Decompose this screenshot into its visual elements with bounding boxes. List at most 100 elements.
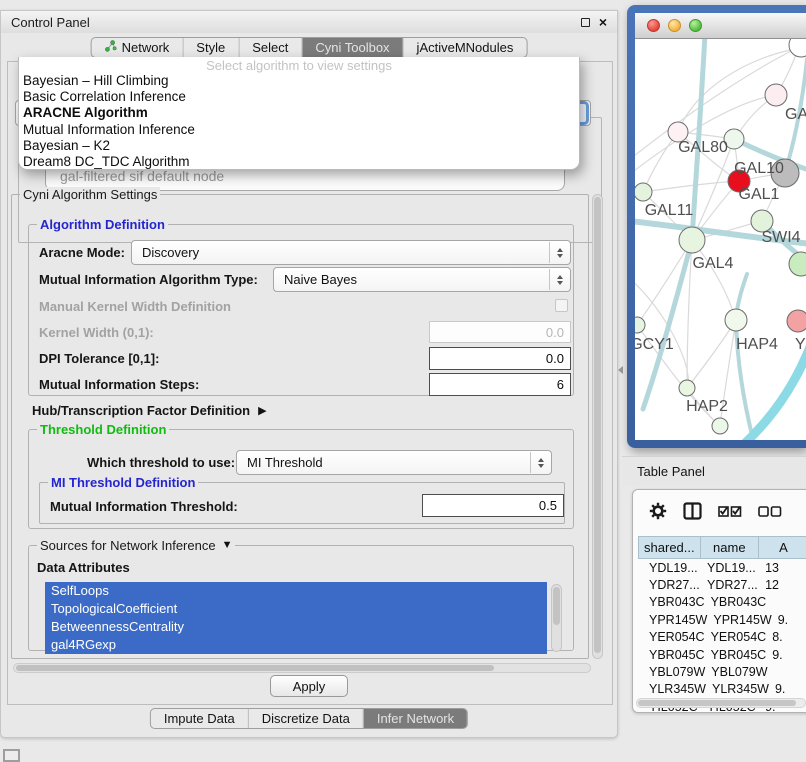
table-cell[interactable]: 9.: [766, 648, 806, 662]
table-cell[interactable]: 12: [759, 578, 806, 592]
split-columns-icon[interactable]: [683, 502, 702, 520]
table-cell[interactable]: 9.: [769, 682, 806, 696]
close-icon[interactable]: ×: [599, 15, 607, 29]
stepper-icon[interactable]: [549, 242, 569, 263]
network-node[interactable]: [789, 252, 806, 276]
tab-jactivemnodules[interactable]: jActiveMNodules: [403, 38, 527, 57]
stepper-icon[interactable]: [549, 269, 569, 290]
stepper-icon[interactable]: [530, 452, 550, 473]
network-node[interactable]: [725, 309, 747, 331]
table-cell[interactable]: YPR145W: [638, 613, 707, 627]
attribute-item-betweennesscentrality[interactable]: BetweennessCentrality: [45, 618, 547, 636]
column-header-a[interactable]: A: [759, 536, 806, 559]
apply-button[interactable]: Apply: [270, 675, 348, 697]
clear-checkboxes-icon[interactable]: [758, 504, 782, 519]
table-cell[interactable]: YPR145W: [707, 613, 771, 627]
table-cell[interactable]: 9.: [772, 613, 806, 627]
table-cell[interactable]: YBL079W: [638, 665, 705, 679]
tab-select[interactable]: Select: [238, 38, 301, 57]
network-node[interactable]: [635, 317, 645, 333]
table-cell[interactable]: YDR27...: [638, 578, 701, 592]
table-row[interactable]: YLR345WYLR345W9.: [638, 681, 806, 698]
which-threshold-combo[interactable]: MI Threshold: [236, 450, 552, 475]
table-cell[interactable]: YBR043C: [705, 595, 767, 609]
dropdown-item-mutual-information-inference[interactable]: Mutual Information Inference: [19, 122, 579, 138]
minimize-button[interactable]: [668, 19, 681, 32]
table-cell[interactable]: 8.: [766, 630, 806, 644]
tab-style[interactable]: Style: [182, 38, 238, 57]
control-panel-titlebar[interactable]: Control Panel ×: [1, 11, 617, 33]
network-node[interactable]: [787, 310, 806, 332]
scrollbar-thumb[interactable]: [553, 587, 560, 625]
dropdown-item-bayesian-k2[interactable]: Bayesian – K2: [19, 138, 579, 154]
tab-label: Impute Data: [164, 711, 235, 726]
network-node[interactable]: [765, 84, 787, 106]
scrollbar-thumb[interactable]: [638, 700, 796, 706]
table-cell[interactable]: 13: [759, 561, 806, 575]
network-window-titlebar[interactable]: [635, 13, 806, 39]
tab-label: Network: [122, 40, 170, 55]
tab-infer-network[interactable]: Infer Network: [363, 709, 467, 728]
float-window-icon[interactable]: [581, 18, 590, 27]
table-cell[interactable]: YER054C: [705, 630, 767, 644]
tab-impute-data[interactable]: Impute Data: [151, 709, 248, 728]
table-cell[interactable]: YDL19...: [638, 561, 701, 575]
zoom-button[interactable]: [689, 19, 702, 32]
table-cell[interactable]: YDL19...: [701, 561, 759, 575]
table-row[interactable]: YBR045CYBR045C9.: [638, 646, 806, 663]
column-header-name[interactable]: name: [701, 536, 759, 559]
dropdown-item-dream8-dc-tdc-algorithm[interactable]: Dream8 DC_TDC Algorithm: [19, 154, 579, 170]
dpi-tolerance-field[interactable]: 0.0: [429, 347, 571, 370]
network-node[interactable]: [712, 418, 728, 434]
minimized-panel-icon[interactable]: [3, 749, 20, 762]
hub-definition-toggle[interactable]: Hub/Transcription Factor Definition ▶: [32, 403, 267, 418]
table-row[interactable]: YBR043CYBR043C: [638, 594, 806, 611]
network-canvas[interactable]: GALGAL80GAL10GAL1GAL11SWI4GAL4GCY1HAP4YH…: [635, 39, 806, 440]
aracne-mode-value: Discovery: [142, 241, 199, 264]
scrollbar-thumb[interactable]: [594, 197, 601, 653]
settings-scrollbar[interactable]: [592, 194, 603, 659]
aracne-mode-combo[interactable]: Discovery: [131, 240, 571, 265]
network-node[interactable]: [789, 39, 806, 57]
expanded-arrow-icon[interactable]: ▼: [222, 538, 233, 553]
tab-discretize-data[interactable]: Discretize Data: [248, 709, 363, 728]
attribute-item-topologicalcoefficient[interactable]: TopologicalCoefficient: [45, 600, 547, 618]
settings-horizontal-scrollbar[interactable]: [13, 663, 591, 673]
select-all-checkboxes-icon[interactable]: [718, 504, 742, 519]
gear-icon[interactable]: [649, 502, 667, 520]
network-graph[interactable]: GALGAL80GAL10GAL1GAL11SWI4GAL4GCY1HAP4YH…: [635, 39, 806, 440]
table-row[interactable]: YPR145WYPR145W9.: [638, 611, 806, 628]
mi-steps-field[interactable]: 6: [429, 373, 571, 396]
tab-network[interactable]: Network: [92, 38, 183, 57]
close-button[interactable]: [647, 19, 660, 32]
table-row[interactable]: YDL19...YDL19...13: [638, 559, 806, 576]
table-cell[interactable]: YER054C: [638, 630, 705, 644]
dropdown-item-aracne-algorithm[interactable]: ARACNE Algorithm: [19, 105, 579, 121]
table-cell[interactable]: YBR045C: [705, 648, 767, 662]
mi-type-combo[interactable]: Naive Bayes: [273, 267, 571, 292]
table-row[interactable]: YDR27...YDR27...12: [638, 576, 806, 593]
splitter-collapse-icon[interactable]: [618, 366, 623, 374]
tab-cyni-toolbox[interactable]: Cyni Toolbox: [301, 38, 402, 57]
data-attributes-list[interactable]: SelfLoopsTopologicalCoefficientBetweenne…: [45, 582, 547, 654]
attribute-list-scrollbar[interactable]: [551, 584, 562, 652]
table-cell[interactable]: YLR345W: [638, 682, 706, 696]
scrollbar-thumb[interactable]: [16, 665, 494, 671]
network-node[interactable]: [679, 227, 705, 253]
mi-threshold-field[interactable]: 0.5: [422, 494, 564, 517]
table-row[interactable]: YBL079WYBL079W: [638, 663, 806, 680]
table-cell[interactable]: YBL079W: [705, 665, 767, 679]
table-cell[interactable]: YLR345W: [706, 682, 769, 696]
dropdown-item-basic-correlation-inference[interactable]: Basic Correlation Inference: [19, 89, 579, 105]
table-cell[interactable]: YBR045C: [638, 648, 705, 662]
network-node[interactable]: [679, 380, 695, 396]
table-row[interactable]: YER054CYER054C8.: [638, 629, 806, 646]
attribute-item-selfloops[interactable]: SelfLoops: [45, 582, 547, 600]
column-header-shared[interactable]: shared...: [638, 536, 701, 559]
table-horizontal-scrollbar[interactable]: [636, 698, 806, 708]
attribute-item-gal4rgexp[interactable]: gal4RGexp: [45, 636, 547, 654]
dropdown-item-bayesian-hill-climbing[interactable]: Bayesian – Hill Climbing: [19, 73, 579, 89]
table-cell[interactable]: YBR043C: [638, 595, 705, 609]
table-cell[interactable]: YDR27...: [701, 578, 759, 592]
network-node[interactable]: [635, 183, 652, 201]
